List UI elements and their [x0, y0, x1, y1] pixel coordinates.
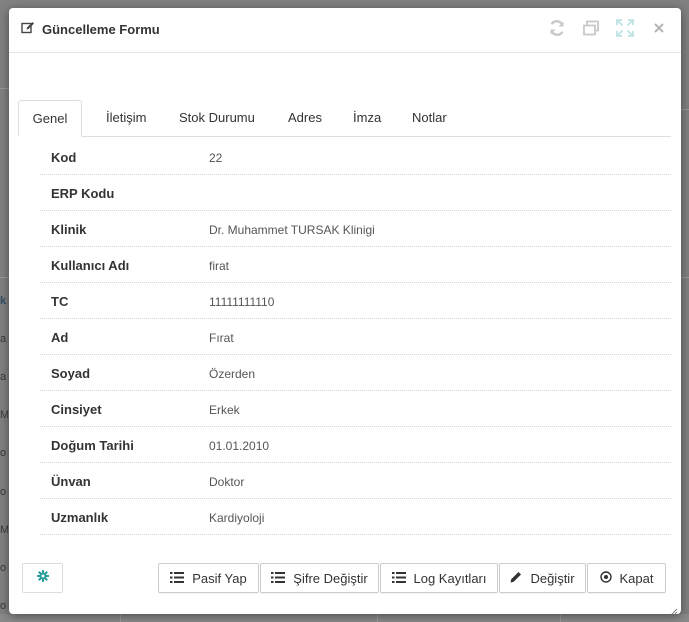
detail-row-kullanici-adi: Kullanıcı Adı firat	[40, 247, 671, 283]
modal-title: Güncelleme Formu	[21, 21, 160, 37]
detail-label: Kod	[51, 150, 77, 165]
detail-label: Klinik	[51, 222, 87, 237]
background-divider	[681, 277, 689, 278]
detail-row-soyad: Soyad Özerden	[40, 355, 671, 391]
background-text-fragment: o	[0, 447, 7, 459]
detail-value: 01.01.2010	[209, 439, 270, 453]
list-icon	[391, 571, 406, 586]
background-text-fragment: a	[0, 371, 7, 383]
tab-genel[interactable]: Genel	[18, 100, 82, 137]
detail-list: Kod 22 ERP Kodu Klinik Dr. Muhammet TURS…	[40, 139, 671, 535]
detail-label: Uzmanlık	[51, 510, 109, 525]
background-text-fragment: M	[0, 524, 8, 536]
tab-iletisim[interactable]: İletişim	[92, 100, 160, 136]
header-actions	[547, 18, 669, 38]
detail-value: Fırat	[209, 331, 234, 345]
detail-row-dogum-tarihi: Doğum Tarihi 01.01.2010	[40, 427, 671, 463]
detail-value: 11111111110	[209, 295, 275, 309]
detail-row-klinik: Klinik Dr. Muhammet TURSAK Klinigi	[40, 211, 671, 247]
tab-adres[interactable]: Adres	[274, 100, 336, 136]
degistir-button[interactable]: Değiştir	[499, 563, 586, 593]
background-text-fragment: o	[0, 486, 7, 498]
sifre-degistir-button[interactable]: Şifre Değiştir	[260, 563, 379, 593]
background-text-fragment: M	[0, 409, 8, 421]
pasif-yap-button[interactable]: Pasif Yap	[158, 563, 259, 593]
detail-row-ad: Ad Fırat	[40, 319, 671, 355]
detail-row-kod: Kod 22	[40, 139, 671, 175]
kapat-button[interactable]: Kapat	[587, 563, 666, 593]
background-column-separator	[120, 614, 121, 622]
detail-label: Doğum Tarihi	[51, 438, 134, 453]
pencil-icon	[510, 571, 522, 586]
list-icon	[271, 571, 286, 586]
pasif-yap-label: Pasif Yap	[192, 570, 247, 586]
detail-value: firat	[209, 259, 230, 273]
detail-row-tc: TC 11111111110	[40, 283, 671, 319]
background-column-separator	[377, 614, 378, 622]
detail-label: TC	[51, 294, 69, 309]
detail-value: Erkek	[209, 403, 240, 417]
circle-close-icon	[599, 570, 612, 586]
restore-icon[interactable]	[581, 18, 601, 38]
detail-label: Cinsiyet	[51, 402, 102, 417]
background-text-fragment: a	[0, 333, 7, 345]
detail-value: Özerden	[209, 367, 256, 381]
settings-button[interactable]	[22, 563, 63, 593]
detail-value: 22	[209, 151, 223, 165]
update-form-modal: Güncelleme Formu Genel İletişim Stok Dur…	[9, 8, 681, 614]
list-icon	[170, 571, 185, 586]
close-icon[interactable]	[649, 18, 669, 38]
modal-title-text: Güncelleme Formu	[42, 21, 160, 37]
background-divider	[681, 109, 689, 110]
detail-label: Ad	[51, 330, 69, 345]
tab-bar: Genel İletişim Stok Durumu Adres İmza No…	[18, 100, 671, 137]
detail-row-uzmanlik: Uzmanlık Kardiyoloji	[40, 499, 671, 535]
detail-label: Ünvan	[51, 474, 91, 489]
resize-grip-icon[interactable]	[670, 603, 678, 614]
detail-label: ERP Kodu	[51, 186, 115, 201]
detail-value: Kardiyoloji	[209, 511, 265, 525]
fullscreen-icon[interactable]	[615, 18, 635, 38]
background-text-fragment: o	[0, 600, 7, 612]
detail-row-erp-kodu: ERP Kodu	[40, 175, 671, 211]
tab-imza[interactable]: İmza	[339, 100, 395, 136]
sifre-degistir-label: Şifre Değiştir	[293, 570, 368, 586]
modal-header: Güncelleme Formu	[9, 8, 681, 53]
detail-row-cinsiyet: Cinsiyet Erkek	[40, 391, 671, 427]
refresh-icon[interactable]	[547, 18, 567, 38]
detail-value: Doktor	[209, 475, 245, 489]
detail-label: Kullanıcı Adı	[51, 258, 130, 273]
log-kayitlari-button[interactable]: Log Kayıtları	[380, 563, 498, 593]
background-text-fragment: o	[0, 562, 7, 574]
background-text-fragment: k	[0, 295, 7, 307]
degistir-label: Değiştir	[530, 570, 575, 586]
detail-value: Dr. Muhammet TURSAK Klinigi	[209, 223, 375, 237]
background-table-bottom	[0, 614, 689, 622]
edit-icon	[21, 21, 35, 37]
kapat-label: Kapat	[619, 570, 654, 586]
detail-label: Soyad	[51, 366, 91, 381]
tab-stok-durumu[interactable]: Stok Durumu	[165, 100, 269, 136]
tab-notlar[interactable]: Notlar	[398, 100, 461, 136]
log-kayitlari-label: Log Kayıtları	[413, 570, 487, 586]
background-column-separator	[560, 614, 561, 622]
gear-icon	[36, 569, 49, 587]
detail-row-unvan: Ünvan Doktor	[40, 463, 671, 499]
